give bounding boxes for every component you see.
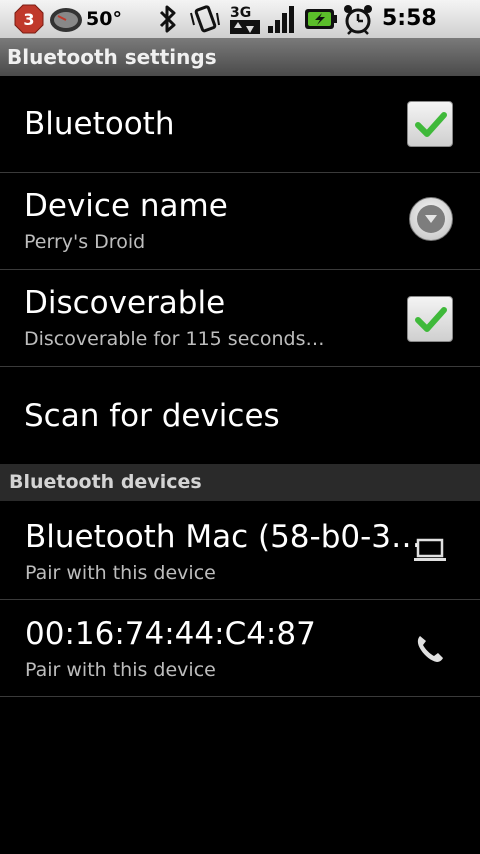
notification-count: 3 [23, 10, 34, 29]
battery-charging-icon [305, 9, 337, 29]
checkmark-icon [415, 307, 447, 332]
bluetooth-checkbox[interactable] [407, 101, 453, 147]
laptop-icon [414, 538, 446, 561]
title-bar: Bluetooth settings [0, 38, 480, 76]
scan-for-devices-row[interactable]: Scan for devices [0, 367, 480, 463]
page-title: Bluetooth settings [7, 45, 217, 69]
status-bar: 3 50° 3G 5:58 PM [0, 0, 480, 69]
section-header-label: Bluetooth devices [9, 471, 202, 493]
bluetooth-toggle-label: Bluetooth [24, 106, 175, 142]
device-name: Bluetooth Mac (58-b0-3… [25, 519, 423, 555]
device-name-edit-button[interactable] [409, 197, 453, 241]
device-name-label: Device name [24, 188, 228, 224]
chevron-down-icon [425, 215, 437, 223]
scan-for-devices-label: Scan for devices [24, 398, 280, 434]
device-name-value: Perry's Droid [24, 231, 146, 253]
discoverable-row[interactable]: Discoverable Discoverable for 115 second… [0, 270, 480, 367]
network-type-label: 3G [230, 5, 251, 21]
temperature-readout: 50° [86, 8, 122, 30]
signal-strength-icon [268, 6, 294, 33]
device-name: 00:16:74:44:C4:87 [25, 616, 316, 652]
device-list-item[interactable]: Bluetooth Mac (58-b0-3… Pair with this d… [0, 502, 480, 600]
status-clock: 5:58 PM [382, 6, 437, 69]
alarm-clock-icon [344, 5, 372, 35]
phone-icon [417, 636, 443, 662]
device-summary: Pair with this device [25, 659, 216, 681]
vibrate-icon [190, 5, 220, 33]
3g-data-icon: 3G [230, 5, 260, 34]
checkmark-icon [415, 112, 447, 137]
discoverable-label: Discoverable [24, 285, 226, 321]
discoverable-checkbox[interactable] [407, 296, 453, 342]
device-summary: Pair with this device [25, 562, 216, 584]
bluetooth-devices-header: Bluetooth devices [0, 464, 480, 501]
device-name-row[interactable]: Device name Perry's Droid [0, 173, 480, 270]
bluetooth-toggle-row[interactable]: Bluetooth [0, 76, 480, 173]
device-list-item[interactable]: 00:16:74:44:C4:87 Pair with this device [0, 600, 480, 697]
discoverable-summary: Discoverable for 115 seconds… [24, 328, 325, 350]
speedometer-icon [50, 8, 82, 32]
notification-badge-icon[interactable]: 3 [14, 4, 44, 34]
bluetooth-icon [159, 5, 176, 33]
